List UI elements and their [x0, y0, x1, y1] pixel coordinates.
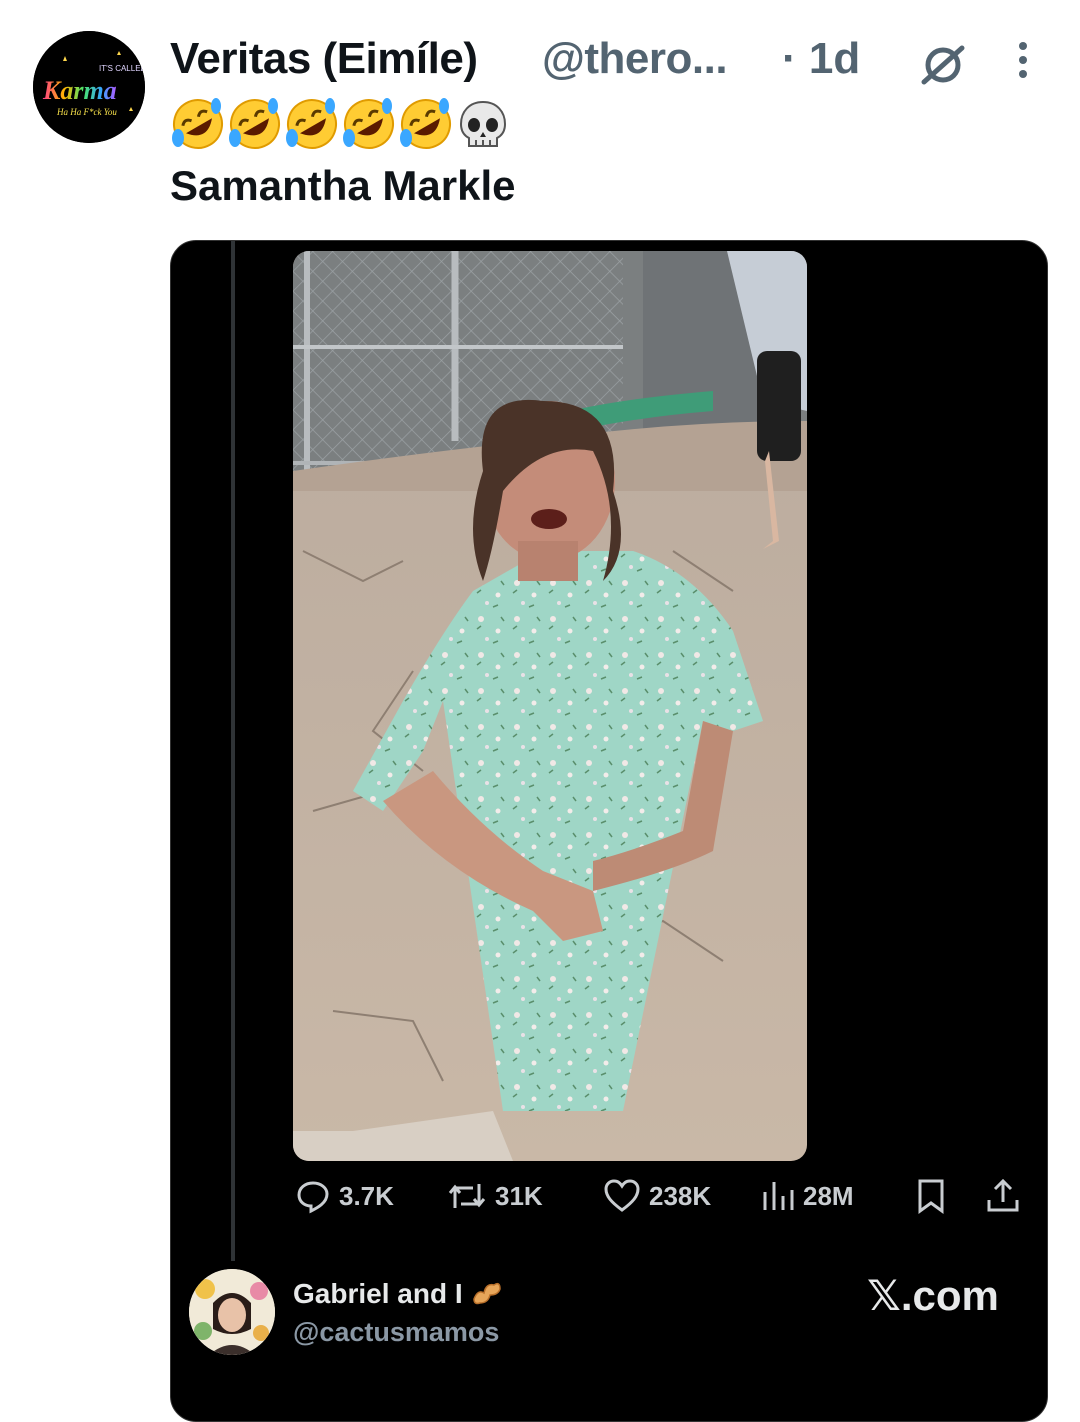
rofl-emoji-icon — [172, 98, 223, 149]
author-avatar[interactable]: IT'S CALLED Karma Ha Ha F*ck You — [33, 31, 145, 143]
share-icon — [987, 1178, 1019, 1212]
avatar-text-main: Karma — [42, 76, 117, 105]
more-options-icon[interactable] — [1015, 40, 1031, 89]
rofl-emoji-icon — [229, 98, 280, 149]
like-button[interactable]: 238K — [603, 1171, 711, 1221]
video-player[interactable] — [293, 251, 807, 1161]
ginger-emoji-icon — [473, 1282, 502, 1305]
video-frame — [293, 251, 807, 1161]
repost-count: 31K — [495, 1180, 543, 1211]
avatar-text-top: IT'S CALLED — [99, 64, 145, 73]
like-count: 238K — [649, 1180, 712, 1211]
rofl-emoji-icon — [343, 98, 394, 149]
rofl-emoji-icon — [286, 98, 337, 149]
heart-icon — [604, 1179, 640, 1212]
grok-icon[interactable] — [918, 40, 968, 95]
views-button[interactable]: 28M — [761, 1171, 854, 1221]
media-card: 3.7K 31K 238K 28M Gabriel and I @cactusm… — [170, 240, 1048, 1422]
repost-button[interactable]: 31K — [447, 1171, 543, 1221]
karma-logo: IT'S CALLED Karma Ha Ha F*ck You — [33, 31, 145, 143]
view-count: 28M — [803, 1180, 854, 1211]
post-time[interactable]: · 1d — [782, 34, 860, 84]
views-icon — [763, 1182, 794, 1210]
skull-emoji-icon — [459, 100, 507, 147]
emoji-row — [170, 96, 511, 152]
quoted-display-name[interactable]: Gabriel and I — [293, 1277, 504, 1310]
post-header: Veritas (Eimíle) @thero... · 1d — [170, 30, 1070, 90]
quoted-name-text: Gabriel and I — [293, 1278, 463, 1309]
share-button[interactable] — [985, 1171, 1021, 1221]
bookmark-button[interactable] — [915, 1171, 947, 1221]
source-domain[interactable]: 𝕏.com — [867, 1271, 999, 1320]
quoted-avatar-image — [189, 1269, 275, 1355]
reply-button[interactable]: 3.7K — [295, 1171, 394, 1221]
user-handle[interactable]: @thero... — [542, 34, 728, 84]
bookmark-icon — [918, 1179, 944, 1214]
avatar-text-bottom: Ha Ha F*ck You — [56, 107, 117, 117]
action-bar: 3.7K 31K 238K 28M — [171, 1171, 1047, 1221]
quoted-avatar[interactable] — [189, 1269, 275, 1355]
display-name[interactable]: Veritas (Eimíle) — [170, 34, 478, 84]
repost-icon — [448, 1184, 486, 1208]
reply-icon — [297, 1181, 329, 1214]
rofl-emoji-icon — [400, 98, 451, 149]
thread-line — [231, 241, 235, 1261]
reply-count: 3.7K — [339, 1180, 394, 1211]
post-text: Samantha Markle — [170, 162, 516, 209]
quoted-handle[interactable]: @cactusmamos — [293, 1317, 499, 1348]
